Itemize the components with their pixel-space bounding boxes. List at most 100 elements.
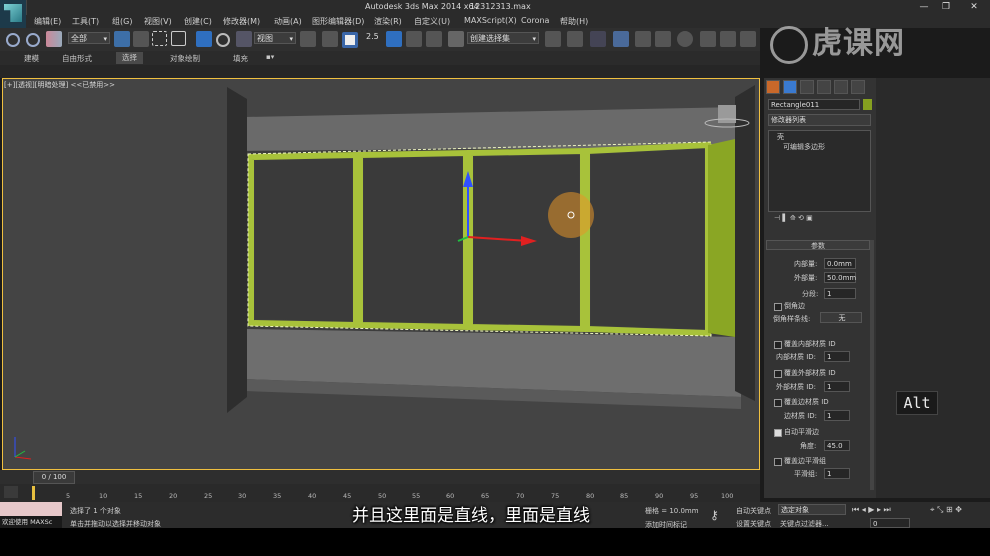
pivot-center-icon[interactable]: [300, 31, 316, 47]
snap-toggle-label[interactable]: 2.5: [366, 32, 379, 41]
rectangular-selection-icon[interactable]: [152, 31, 167, 46]
select-by-name-icon[interactable]: [133, 31, 149, 47]
unlink-icon[interactable]: [26, 33, 40, 47]
curve-editor-icon[interactable]: [635, 31, 651, 47]
bind-space-warp-icon[interactable]: [46, 31, 62, 47]
override-outer-mat-checkbox[interactable]: [774, 370, 782, 378]
menu-group[interactable]: 组(G): [112, 16, 132, 27]
modifier-shell[interactable]: 壳: [777, 132, 784, 142]
keyboard-shortcut-override-icon[interactable]: [342, 32, 358, 48]
bevel-spline-button[interactable]: 无: [820, 312, 862, 323]
time-slider-thumb[interactable]: 0 / 100: [33, 471, 75, 484]
parameters-rollout-header[interactable]: 参数: [766, 240, 870, 250]
create-tab-icon[interactable]: [766, 80, 780, 94]
time-slider-track[interactable]: [0, 470, 760, 484]
tab-object-paint[interactable]: 对象绘制: [170, 53, 200, 64]
selection-status: 选择了 1 个对象: [70, 507, 121, 515]
select-object-icon[interactable]: [114, 31, 130, 47]
segments-field[interactable]: 1: [824, 288, 856, 299]
render-setup-icon[interactable]: [700, 31, 716, 47]
schematic-view-icon[interactable]: [655, 31, 671, 47]
key-icon[interactable]: ⚷: [710, 508, 719, 522]
menu-maxscript[interactable]: MAXScript(X): [464, 16, 517, 25]
tab-modeling[interactable]: 建模: [24, 53, 39, 64]
menu-views[interactable]: 视图(V): [144, 16, 172, 27]
tick-label: 50: [378, 492, 387, 500]
display-tab-icon[interactable]: [834, 80, 848, 94]
angle-field[interactable]: 45.0: [824, 440, 850, 451]
motion-tab-icon[interactable]: [817, 80, 831, 94]
reference-coordinate-dropdown[interactable]: 视图: [254, 32, 296, 45]
align-icon[interactable]: [567, 31, 583, 47]
render-production-icon[interactable]: [740, 31, 756, 47]
hierarchy-tab-icon[interactable]: [800, 80, 814, 94]
auto-key-button[interactable]: 自动关键点: [736, 506, 771, 516]
menu-tools[interactable]: 工具(T): [72, 16, 99, 27]
select-manipulate-icon[interactable]: [322, 31, 338, 47]
minimize-button[interactable]: —: [915, 1, 933, 13]
menu-graph-editors[interactable]: 图形编辑器(D): [312, 16, 364, 27]
command-panel-scrollbar[interactable]: [870, 240, 874, 490]
window-crossing-icon[interactable]: [171, 31, 186, 46]
material-editor-icon[interactable]: [677, 31, 693, 47]
tick-label: 85: [620, 492, 629, 500]
menu-animation[interactable]: 动画(A): [274, 16, 302, 27]
layer-manager-icon[interactable]: [590, 31, 606, 47]
angle-snap-icon[interactable]: [386, 31, 402, 47]
auto-smooth-checkbox[interactable]: [774, 429, 782, 437]
tab-freeform[interactable]: 自由形式: [62, 53, 92, 64]
mirror-icon[interactable]: [545, 31, 561, 47]
modify-tab-icon[interactable]: [783, 80, 797, 94]
select-and-move-icon[interactable]: [196, 31, 212, 47]
select-and-scale-icon[interactable]: [236, 31, 252, 47]
menu-customize[interactable]: 自定义(U): [414, 16, 450, 27]
pin-stack-icon[interactable]: ⊣ ▌ ⟰ ⟲ ▣: [774, 214, 813, 222]
key-mode-dropdown[interactable]: 选定对象: [778, 504, 846, 515]
override-inner-mat-checkbox[interactable]: [774, 341, 782, 349]
menu-create[interactable]: 创建(C): [184, 16, 212, 27]
menu-help[interactable]: 帮助(H): [560, 16, 588, 27]
edge-mat-id-field[interactable]: 1: [824, 410, 850, 421]
select-and-rotate-icon[interactable]: [216, 33, 230, 47]
modifier-editable-poly[interactable]: 可编辑多边形: [783, 142, 825, 152]
smooth-group-field[interactable]: 1: [824, 468, 850, 479]
spinner-snap-icon[interactable]: [426, 31, 442, 47]
restore-button[interactable]: ❐: [937, 1, 955, 13]
utilities-tab-icon[interactable]: [851, 80, 865, 94]
tick-label: 100: [721, 492, 734, 500]
inner-amount-field[interactable]: 0.0mm: [824, 258, 856, 269]
menu-rendering[interactable]: 渲染(R): [374, 16, 402, 27]
edit-named-selection-icon[interactable]: [448, 31, 464, 47]
rendered-frame-window-icon[interactable]: [720, 31, 736, 47]
modifier-list-dropdown[interactable]: 修改器列表: [768, 114, 871, 126]
outer-mat-id-field[interactable]: 1: [824, 381, 850, 392]
graphite-toolbar-icon[interactable]: [613, 31, 629, 47]
ribbon-options-icon[interactable]: ▪▾: [266, 53, 274, 61]
menu-edit[interactable]: 编辑(E): [34, 16, 61, 27]
tick-label: 20: [169, 492, 178, 500]
named-selection-dropdown[interactable]: 创建选择集: [467, 32, 539, 45]
tab-populate[interactable]: 填充: [233, 53, 248, 64]
tab-selection[interactable]: 选择: [116, 52, 143, 64]
object-name-field[interactable]: Rectangle011: [768, 99, 860, 110]
viewport-nav-controls[interactable]: ⌖ ⤡ ⊞ ✥: [930, 505, 962, 515]
link-icon[interactable]: [6, 33, 20, 47]
perspective-viewport[interactable]: [2, 78, 760, 470]
outer-amount-field[interactable]: 50.0mm: [824, 272, 856, 283]
menu-modifiers[interactable]: 修改器(M): [223, 16, 260, 27]
maxscript-welcome[interactable]: 欢迎使用 MAXSc: [0, 516, 62, 528]
viewport-label[interactable]: [+][透视][明暗处理] <<已禁用>>: [4, 80, 115, 90]
selection-filter-dropdown[interactable]: 全部: [68, 32, 110, 45]
app-menu-button[interactable]: [0, 0, 27, 28]
object-color-swatch[interactable]: [863, 99, 872, 110]
playback-controls[interactable]: ⏮ ◂ ▶ ▸ ⏭: [852, 505, 891, 515]
current-frame-field[interactable]: 0: [870, 518, 910, 528]
bevel-edges-checkbox[interactable]: [774, 303, 782, 311]
percent-snap-icon[interactable]: [406, 31, 422, 47]
close-button[interactable]: ✕: [965, 1, 983, 13]
override-smooth-checkbox[interactable]: [774, 458, 782, 466]
override-edge-mat-checkbox[interactable]: [774, 399, 782, 407]
menu-corona[interactable]: Corona: [521, 16, 549, 25]
inner-mat-id-field[interactable]: 1: [824, 351, 850, 362]
mini-curve-editor-icon[interactable]: [4, 486, 18, 498]
